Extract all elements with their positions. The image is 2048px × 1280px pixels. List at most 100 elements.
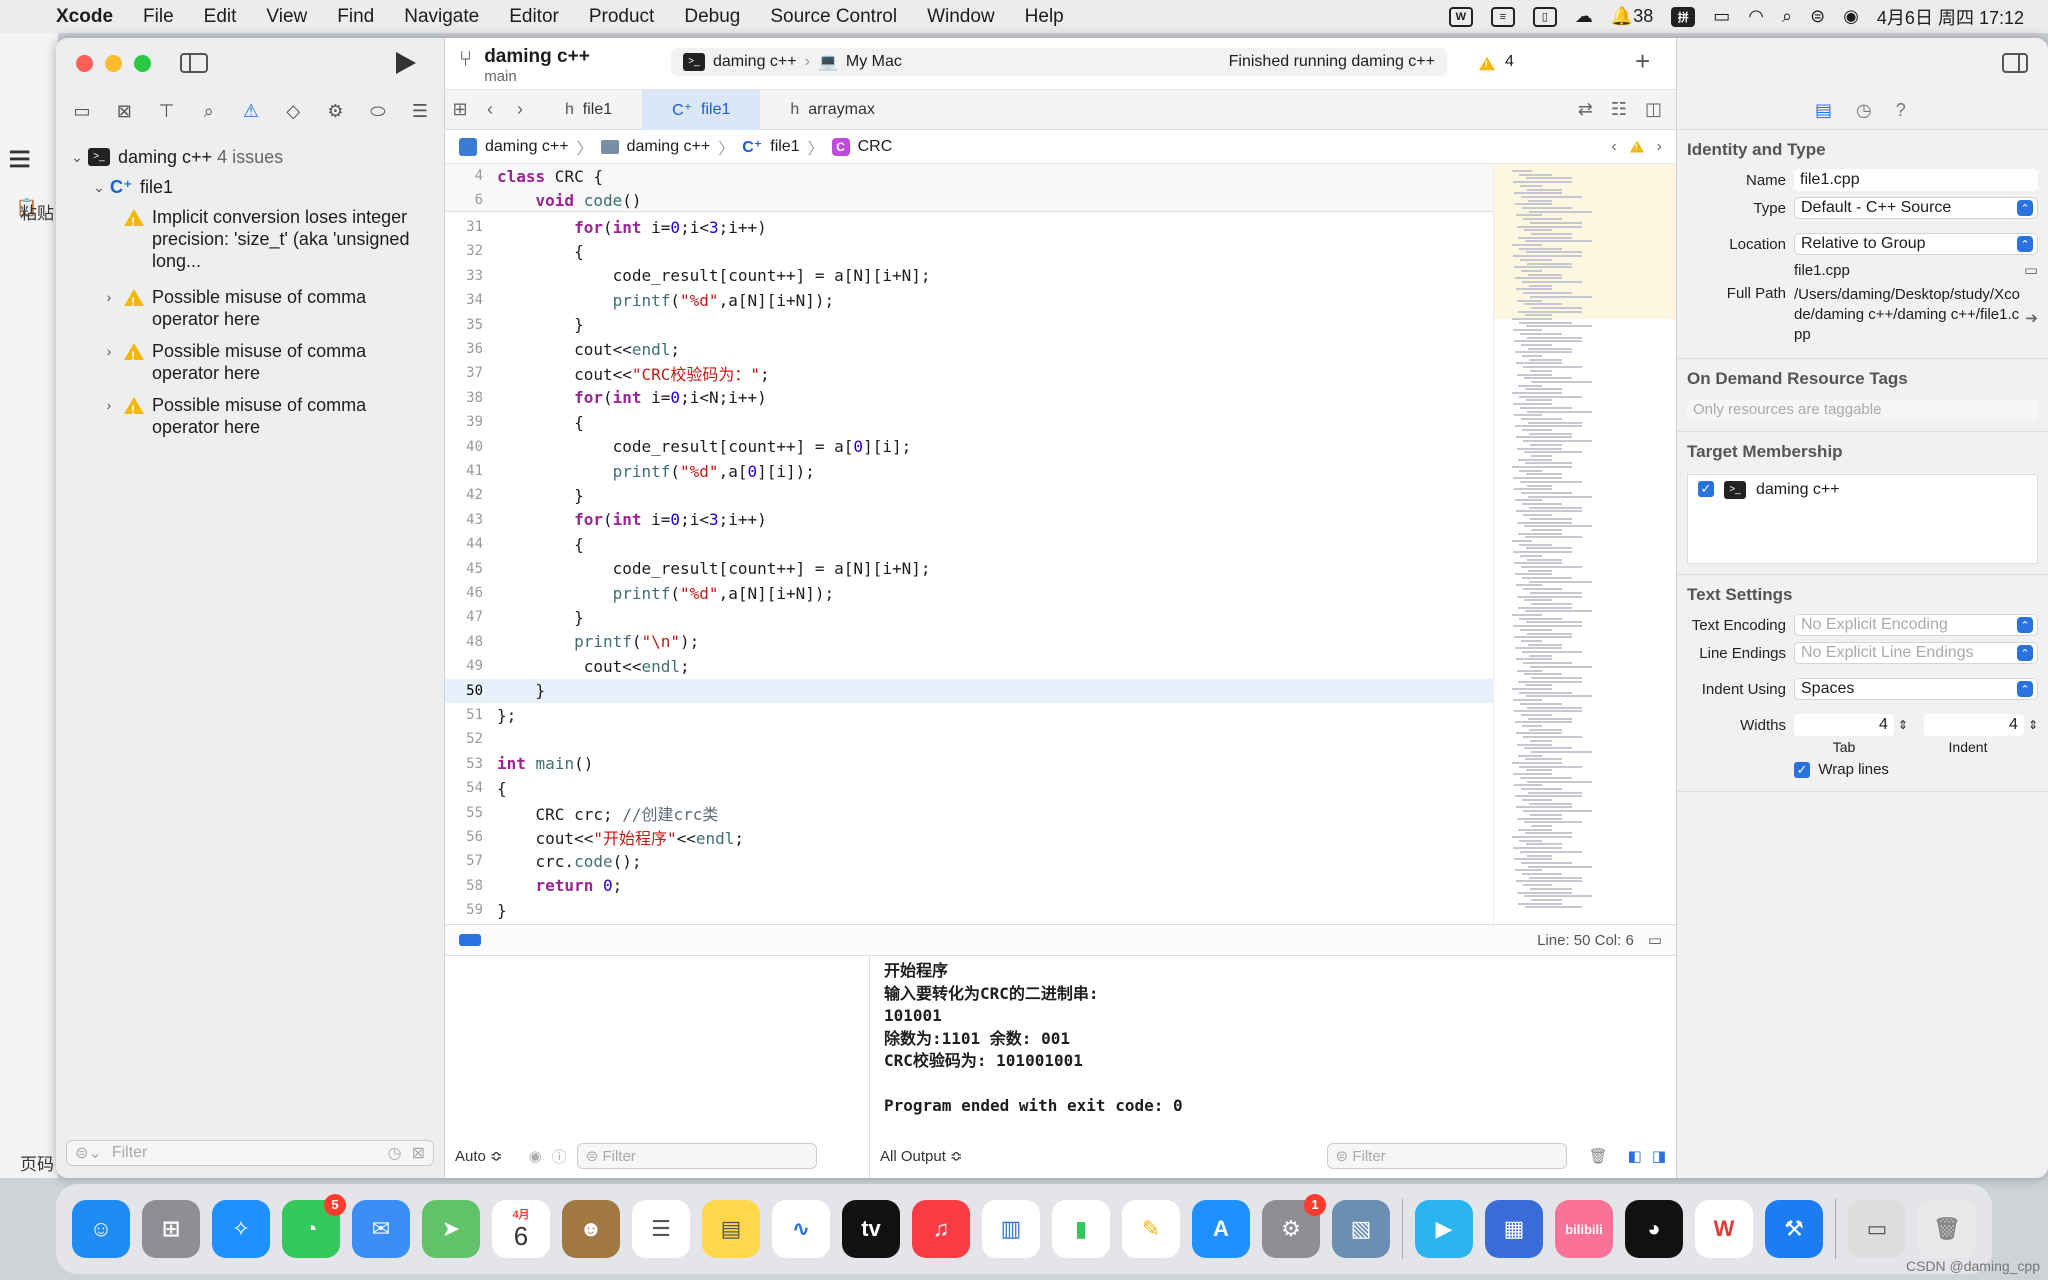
mail-icon[interactable]: ✉ (352, 1200, 410, 1258)
code-line[interactable]: 46 printf("%d",a[N][i+N]); (445, 581, 1493, 605)
code-line[interactable]: 47 } (445, 605, 1493, 629)
chevron-right-icon[interactable]: › (98, 286, 120, 308)
debug-icon[interactable]: ⚙ (325, 101, 347, 121)
menu-app[interactable]: Xcode (56, 6, 113, 28)
system-settings-icon[interactable]: ⚙ 1 (1262, 1194, 1326, 1258)
stepper-icon[interactable]: ⇕ (1898, 718, 1908, 732)
monitor-icon[interactable]: ▦ (1485, 1200, 1543, 1258)
maps-icon[interactable]: ➤ (422, 1200, 480, 1258)
code-line[interactable]: 56 cout<<"开始程序"<<endl; (445, 825, 1493, 849)
breadcrumb-item[interactable]: daming c++ (627, 138, 711, 156)
finder-icon[interactable]: ☺ (72, 1200, 130, 1258)
bilibili-icon[interactable]: bilibili (1555, 1200, 1613, 1258)
name-field[interactable]: file1.cpp (1794, 169, 2038, 191)
bell-icon[interactable]: 🔔38 (1611, 6, 1653, 27)
close-button[interactable] (76, 55, 93, 72)
menu-window[interactable]: Window (927, 6, 995, 28)
scheme-name[interactable]: daming c++ (713, 53, 797, 71)
contacts-icon[interactable]: ☻ (562, 1200, 620, 1258)
code-line[interactable]: 57 crc.code(); (445, 849, 1493, 873)
split-editor-icon[interactable]: ◫ (1645, 99, 1662, 120)
console[interactable]: 开始程序 输入要转化为CRC的二进制串: 101001 除数为:1101 余数: 00… (870, 956, 1676, 1178)
music-icon[interactable]: ♫ (912, 1200, 970, 1258)
qq-icon[interactable]: ◕ (1625, 1200, 1683, 1258)
freeform-icon[interactable]: ∿ (772, 1200, 830, 1258)
code-line[interactable]: 55 CRC crc; //创建crc类 (445, 801, 1493, 825)
sidebar-toggle-icon[interactable] (180, 53, 208, 73)
back-icon[interactable]: ‹ (475, 99, 505, 120)
app-store-icon[interactable]: A (1192, 1200, 1250, 1258)
hamburger-icon[interactable]: ≡ (8, 137, 31, 182)
code-line[interactable]: 49 cout<<endl; (445, 654, 1493, 678)
code-line[interactable]: 58 return 0; (445, 874, 1493, 898)
target-checkbox[interactable]: ✓ (1698, 481, 1714, 497)
code-line[interactable]: 59} (445, 898, 1493, 922)
code-line[interactable]: 31 for(int i=0;i<3;i++) (445, 215, 1493, 239)
issue-filter-icon[interactable]: ⊠ (412, 1143, 425, 1163)
encoding-popup[interactable]: No Explicit Encoding (1794, 614, 2038, 636)
warning-icon[interactable] (1629, 140, 1644, 152)
code-line[interactable]: 37 cout<<"CRC校验码为："; (445, 361, 1493, 385)
menu-file[interactable]: File (143, 6, 174, 28)
folder-icon[interactable]: ▭ (71, 101, 93, 121)
apple-tv-icon[interactable]: tv (842, 1200, 900, 1258)
breadcrumb-item[interactable]: file1 (770, 138, 799, 156)
code-line[interactable]: 38 for(int i=0;i<N;i++) (445, 386, 1493, 410)
clock-icon[interactable]: ◷ (388, 1143, 402, 1163)
trash-icon[interactable]: 🗑 (1918, 1200, 1976, 1258)
menu-edit[interactable]: Edit (204, 6, 237, 28)
tab-file1-header[interactable]: h file1 (535, 90, 642, 130)
debug-area-toggle-icon[interactable]: ▭ (1648, 931, 1662, 949)
sticky-code-line[interactable]: 4 class CRC { (445, 164, 1493, 188)
editor-options-icon[interactable]: ☷ (1611, 99, 1627, 120)
tab-arraymax[interactable]: h arraymax (760, 90, 904, 130)
issue-item[interactable]: › Possible misuse of comma operator here (66, 340, 436, 394)
issue-item[interactable]: Implicit conversion loses integer precis… (66, 206, 436, 286)
menu-debug[interactable]: Debug (684, 6, 740, 28)
tab-width-stepper[interactable]: 4 (1793, 714, 1894, 736)
forward-icon[interactable]: › (505, 99, 535, 120)
launchpad-icon[interactable]: ⊞ (142, 1200, 200, 1258)
code-line[interactable]: 36 cout<<endl; (445, 337, 1493, 361)
preview-icon[interactable]: ▧ (1332, 1200, 1390, 1258)
auto-selector[interactable]: Auto ≎ (455, 1147, 503, 1165)
wps-dock-icon[interactable]: W (1695, 1200, 1753, 1258)
endings-popup[interactable]: No Explicit Line Endings (1794, 642, 2038, 664)
warning-badge[interactable]: 4 (1473, 52, 1514, 72)
project-branch[interactable]: ⑂ daming c++ main (459, 46, 590, 85)
issue-project-row[interactable]: ⌄ >_ daming c++ 4 issues (66, 146, 436, 176)
breadcrumb-item[interactable]: daming c++ (485, 138, 569, 156)
console-filter[interactable]: ⊜ Filter (1326, 1143, 1567, 1169)
indent-width-stepper[interactable]: 4 (1923, 714, 2024, 736)
wps-icon[interactable]: W (1448, 6, 1473, 27)
breakpoint-toggle-icon[interactable] (459, 934, 481, 946)
code-line[interactable]: 48 printf("\n"); (445, 630, 1493, 654)
code-line[interactable]: 54 { (445, 776, 1493, 800)
menu-clock[interactable]: 4月6日 周四 17:12 (1877, 4, 2024, 30)
info-icon[interactable]: ⓘ (552, 1146, 567, 1167)
report-icon[interactable]: ☰ (409, 101, 431, 121)
swap-icon[interactable]: ⇄ (1578, 99, 1593, 120)
code-line[interactable]: 39 { (445, 410, 1493, 434)
zoom-button[interactable] (134, 55, 151, 72)
code-line[interactable]: 51}; (445, 703, 1493, 727)
search-icon[interactable]: ⌕ (198, 101, 220, 121)
menu-product[interactable]: Product (589, 6, 654, 28)
xcode-icon[interactable]: ⚒ (1765, 1200, 1823, 1258)
menu-source-control[interactable]: Source Control (770, 6, 897, 28)
navigator-filter[interactable]: ⊜⌄ Filter ◷ ⊠ (66, 1140, 434, 1166)
reminders-icon[interactable]: ☰ (632, 1200, 690, 1258)
spotlight-icon[interactable]: ⌕ (1782, 6, 1792, 27)
destination-name[interactable]: My Mac (846, 53, 902, 71)
variables-filter[interactable]: ⊜ Filter (576, 1143, 817, 1169)
chevron-right-icon[interactable]: › (98, 340, 120, 362)
code-line[interactable]: 53 int main() (445, 752, 1493, 776)
menu-navigate[interactable]: Navigate (404, 6, 479, 28)
help-icon[interactable]: ? (1896, 100, 1906, 121)
clipboard-icon[interactable]: ≡ (1490, 6, 1515, 27)
menu-help[interactable]: Help (1025, 6, 1064, 28)
safari-icon[interactable]: ✧ (212, 1200, 270, 1258)
next-issue-icon[interactable]: › (1657, 138, 1662, 156)
code-line[interactable]: 32 { (445, 239, 1493, 263)
minimap[interactable] (1493, 164, 1677, 924)
